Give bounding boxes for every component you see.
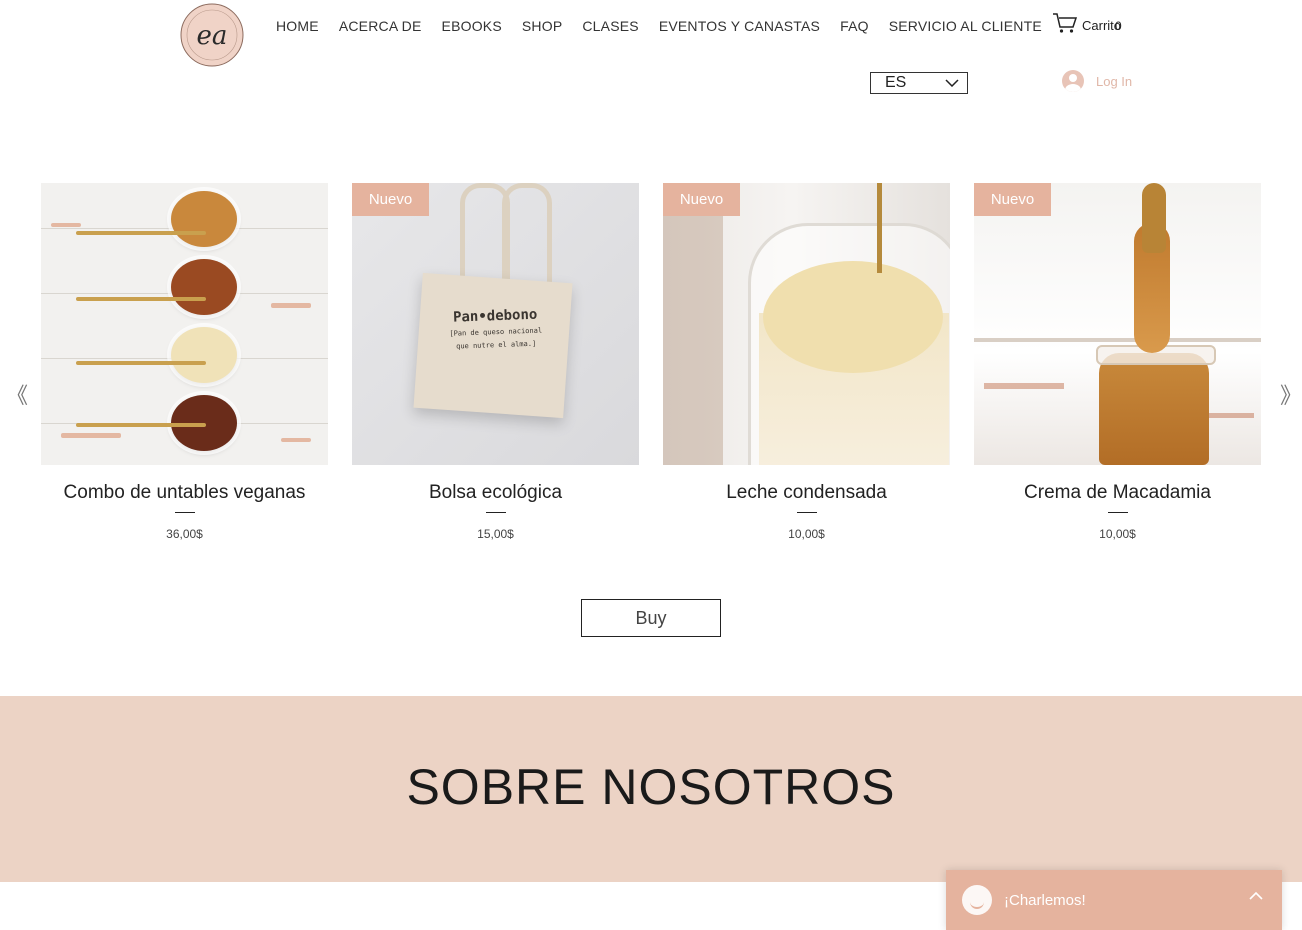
about-title: SOBRE NOSOTROS [406, 759, 896, 815]
cart-count: 0 [1115, 18, 1122, 33]
language-value: ES [885, 74, 907, 91]
divider [485, 512, 506, 513]
about-section: SOBRE NOSOTROS [0, 696, 1302, 882]
site-logo[interactable]: ea [172, 2, 248, 68]
nav-ebooks[interactable]: EBOOKS [432, 18, 512, 34]
chevron-down-icon [945, 74, 959, 92]
chevron-left-icon[interactable]: 《 [6, 378, 28, 410]
chevron-right-icon[interactable]: 》 [1280, 378, 1302, 410]
divider [1107, 512, 1128, 513]
cart-button[interactable]: Carrito 0 [1052, 12, 1122, 39]
product-image[interactable]: Pan•debono [Pan de queso nacional que nu… [352, 183, 639, 465]
product-image[interactable]: Nuevo [663, 183, 950, 465]
product-card[interactable]: Nuevo Leche condensada 10,00$ [663, 183, 950, 553]
product-card[interactable]: Nuevo Crema de Macadamia 10,00$ [974, 183, 1261, 553]
user-avatar-icon [1062, 70, 1084, 92]
new-badge: Nuevo [663, 183, 740, 216]
divider [796, 512, 817, 513]
product-price: 10,00$ [788, 527, 825, 541]
nav-clases[interactable]: CLASES [572, 18, 648, 34]
chat-widget[interactable]: ¡Charlemos! [946, 870, 1282, 930]
nav-servicio[interactable]: SERVICIO AL CLIENTE [879, 18, 1052, 34]
login-button[interactable]: Log In [1062, 70, 1132, 92]
divider [174, 512, 195, 513]
bag-print-line: que nutre el alma.] [456, 339, 537, 351]
nav-acerca[interactable]: ACERCA DE [329, 18, 432, 34]
nav-shop[interactable]: SHOP [512, 18, 572, 34]
login-label: Log In [1096, 73, 1133, 89]
nav-faq[interactable]: FAQ [830, 18, 879, 34]
logo-text: ea [197, 21, 228, 51]
product-price: 10,00$ [1099, 527, 1136, 541]
product-image[interactable]: Nuevo [974, 183, 1261, 465]
new-badge: Nuevo [352, 183, 429, 216]
chat-smile-icon [962, 885, 992, 915]
product-name[interactable]: Bolsa ecológica [352, 482, 639, 504]
product-card[interactable]: Pan•debono [Pan de queso nacional que nu… [352, 183, 639, 553]
product-image[interactable] [41, 183, 328, 465]
product-name[interactable]: Combo de untables veganas [41, 482, 328, 504]
product-price: 15,00$ [477, 527, 514, 541]
product-card[interactable]: Combo de untables veganas 36,00$ [41, 183, 328, 553]
product-price: 36,00$ [166, 527, 203, 541]
cart-icon [1052, 12, 1078, 39]
language-select[interactable]: ES [870, 72, 968, 94]
buy-button[interactable]: Buy [581, 599, 721, 637]
product-name[interactable]: Crema de Macadamia [974, 482, 1261, 504]
bag-print-title: Pan•debono [452, 306, 538, 326]
nav-eventos[interactable]: EVENTOS Y CANASTAS [649, 18, 830, 34]
nav-home[interactable]: HOME [266, 18, 329, 34]
chat-label: ¡Charlemos! [1004, 891, 1086, 909]
new-badge: Nuevo [974, 183, 1051, 216]
main-nav: HOME ACERCA DE EBOOKS SHOP CLASES EVENTO… [266, 16, 1052, 36]
chevron-up-icon[interactable] [1248, 888, 1264, 906]
bag-print-line: [Pan de queso nacional [449, 326, 543, 338]
product-name[interactable]: Leche condensada [663, 482, 950, 504]
